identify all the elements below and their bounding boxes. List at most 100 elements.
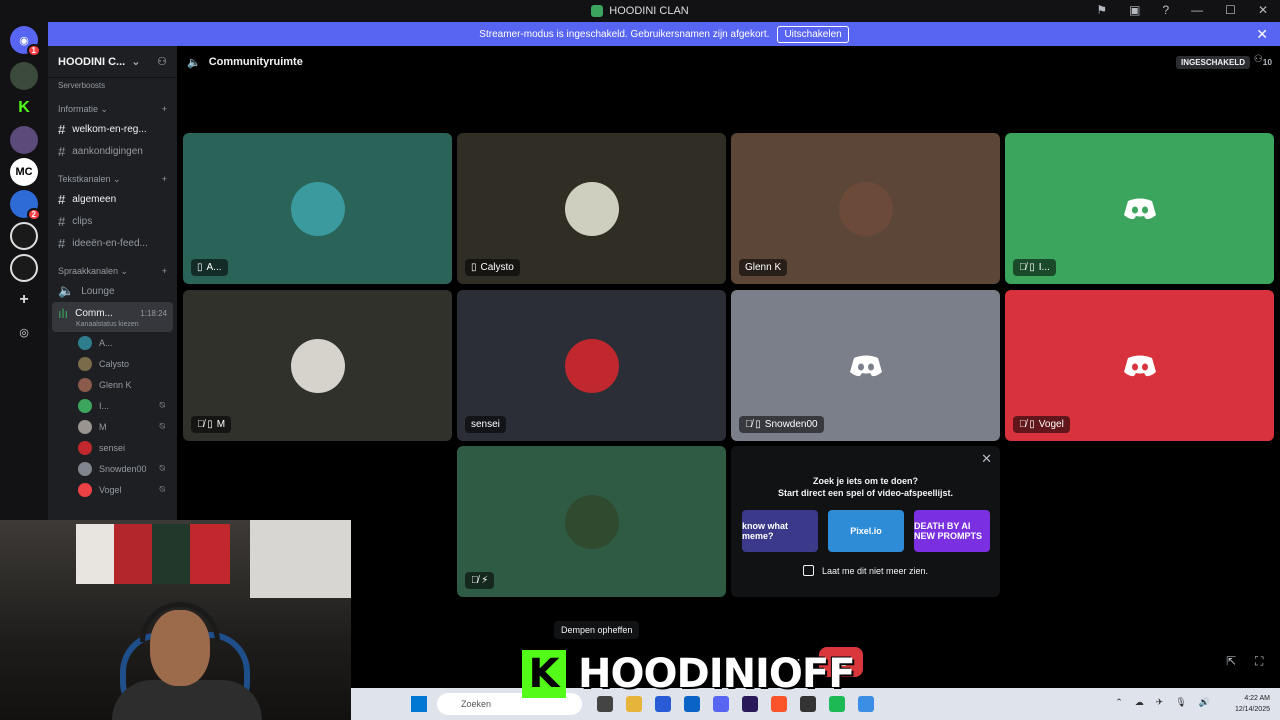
search-placeholder: Zoeken [461,699,492,709]
channel-aankondigingen[interactable]: # aankondigingen [48,140,177,162]
voice-user-name: sensei [99,442,126,453]
fullscreen-icon[interactable]: ⛶ [1255,654,1263,669]
dont-show-again[interactable]: Laat me dit niet meer zien. [803,565,928,576]
channel-label: welkom-en-reg... [72,123,147,135]
avatar [78,461,92,476]
game-card[interactable]: DEATH BY AI NEW PROMPTS [914,510,990,552]
voice-user[interactable]: I... ⍉ [48,395,177,416]
avatar [78,335,92,350]
inbox-icon[interactable]: ⚑ [1096,3,1107,17]
category-label: Tekstkanalen [58,174,111,184]
maximize-button[interactable]: ☐ [1225,3,1236,17]
add-user-icon[interactable]: ⚇ [157,55,167,68]
task-view-icon[interactable] [597,696,613,712]
windows-start-icon[interactable] [411,696,427,712]
enabled-pill[interactable]: INGESCHAKELD [1175,56,1250,69]
member-count: 10 [1262,57,1272,67]
minimize-button[interactable]: — [1191,3,1203,17]
obs-icon[interactable] [800,696,816,712]
channel-algemeen[interactable]: # algemeen [48,188,177,210]
game-list: know what meme? Pixel.io DEATH BY AI NEW P… [742,510,990,552]
voice-user[interactable]: Snowden00 ⍉ [48,458,177,479]
discord-taskbar-icon[interactable] [713,696,729,712]
voice-user-name: Glenn K [99,379,132,390]
channel-clips[interactable]: # clips [48,210,177,232]
voice-user[interactable]: A... [48,332,177,353]
app-icon[interactable] [829,696,845,712]
close-icon[interactable]: ✕ [981,451,992,467]
system-tray[interactable]: ⌃ ☁ ✈ 🎙 🔊 [1115,697,1210,708]
voice-user[interactable]: sensei [48,437,177,458]
anime-server-icon[interactable] [10,126,38,154]
participant-tile[interactable]: ▯ A... [183,133,452,284]
voice-user[interactable]: Vogel ⍉ [48,479,177,500]
voice-user[interactable]: Glenn K [48,374,177,395]
premiere-icon[interactable] [742,696,758,712]
channel-status[interactable]: Kanaalstatus kiezen [58,321,173,328]
close-icon[interactable]: ✕ [1256,26,1268,43]
voice-channel-community[interactable]: ılı Comm... 1:18:24 Kanaalstatus kiezen [52,302,173,332]
participant-tile[interactable]: 🎙̸ ▯ Snowden00 [731,290,1000,441]
tsm-server-icon[interactable] [10,254,38,282]
participant-nametag: Glenn K [739,259,788,276]
channel-welkom[interactable]: # welkom-en-reg... [48,118,177,140]
members-icon[interactable]: ⚇10 [1254,54,1272,67]
category-info[interactable]: Informatie ⌄ + [48,100,177,118]
discover-icon[interactable]: ◎ [10,318,38,346]
category-voice[interactable]: Spraakkanalen ⌄ + [48,262,177,280]
screen-icon[interactable]: ▣ [1129,3,1140,17]
participant-tile[interactable]: ▯ Calysto [457,133,726,284]
game-card[interactable]: Pixel.io [828,510,904,552]
participant-tile[interactable]: 🎙̸ ▯ Vogel [1005,290,1274,441]
activity-promo: ✕ Zoek je iets om te doen? Start direct … [731,446,1000,597]
add-channel-icon[interactable]: + [162,104,167,114]
jersey [152,524,190,584]
taskbar-clock[interactable]: 4:22 AM 12/14/2025 [1235,693,1270,715]
voice-user-name: I... [99,400,110,411]
participant-name: I... [1038,262,1050,273]
channel-label: aankondigingen [72,145,143,157]
explorer-icon[interactable] [626,696,642,712]
discord-home-icon[interactable]: ◉ 1 [10,26,41,57]
participant-name: Calysto [480,262,514,273]
blue-server-icon[interactable]: 2 [10,190,41,221]
voice-channel-lounge[interactable]: 🔈 Lounge [48,280,177,302]
participant-name: Glenn K [745,262,782,273]
popout-icon[interactable]: ⇱ [1226,654,1236,668]
participant-name: Snowden00 [764,419,818,430]
server-boosts[interactable]: Serverboosts [48,78,177,92]
store-icon[interactable] [655,696,671,712]
participant-name: Vogel [1038,419,1064,430]
outlook-icon[interactable] [684,696,700,712]
add-server-icon[interactable]: + [10,286,38,314]
participant-tile[interactable]: 🎙̸ ▯ M [183,290,452,441]
muted-mic-icon: ⍉ [159,463,165,473]
avatar [564,338,619,393]
checkbox[interactable] [803,565,814,576]
participant-tile[interactable]: Glenn K [731,133,1000,284]
brave-icon[interactable] [771,696,787,712]
add-channel-icon[interactable]: + [162,174,167,184]
server-header[interactable]: HOODINI C... ⌄ ⚇ [48,46,177,78]
voice-user[interactable]: Calysto [48,353,177,374]
disable-streamer-mode-button[interactable]: Uitschakelen [777,25,849,43]
participant-tile[interactable]: sensei [457,290,726,441]
tl-server-icon[interactable] [10,222,38,250]
participant-tile[interactable]: 🎙̸ ⚡ [457,446,726,597]
mc-server-icon[interactable]: MC [10,158,38,186]
user-server-icon[interactable] [10,62,38,90]
add-channel-icon[interactable]: + [162,266,167,276]
game-card[interactable]: know what meme? [742,510,818,552]
app-icon[interactable] [858,696,874,712]
help-icon[interactable]: ? [1162,3,1169,17]
voice-user[interactable]: M ⍉ [48,416,177,437]
kick-server-icon[interactable]: K [10,94,38,122]
discord-logo-icon [1123,355,1156,376]
muted-mic-icon: ⍉ [159,484,165,494]
close-window-button[interactable]: ✕ [1258,3,1268,17]
channel-ideeen[interactable]: # ideeën-en-feed... [48,232,177,254]
participant-name: M [216,419,226,430]
participant-tile[interactable]: 🎙̸ ▯ I... [1005,133,1274,284]
category-label: Informatie [58,104,99,114]
category-text[interactable]: Tekstkanalen ⌄ + [48,170,177,188]
